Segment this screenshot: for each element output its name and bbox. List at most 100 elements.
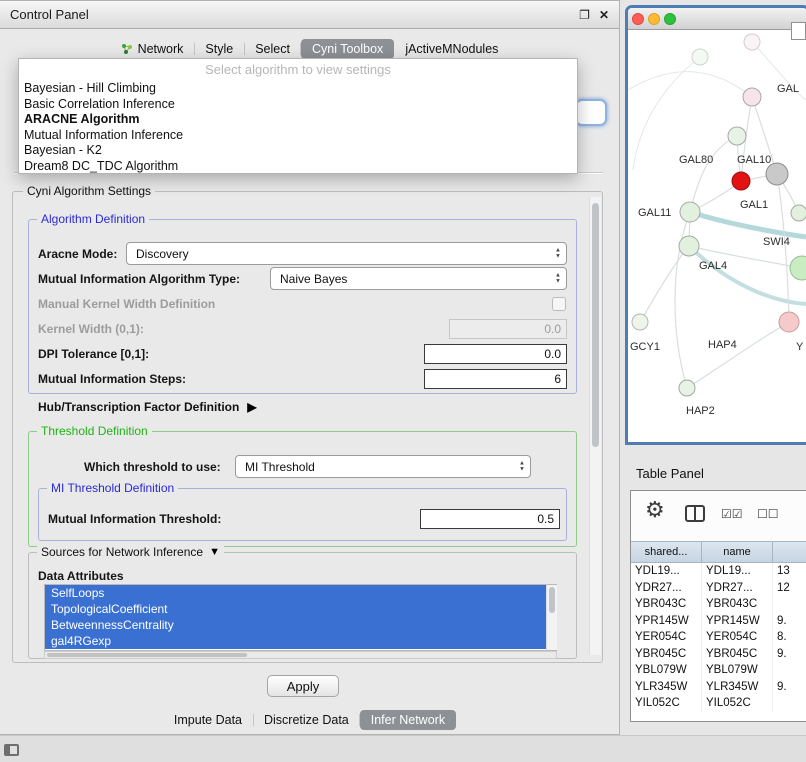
network-edge[interactable]	[690, 136, 737, 212]
dpi-tolerance-label: DPI Tolerance [0,1]:	[38, 347, 149, 361]
column-header-name[interactable]: name	[702, 541, 773, 563]
attribute-item[interactable]: gal4RGexp	[45, 633, 556, 649]
bottom-tab-bar: Impute DataDiscretize DataInfer Network	[0, 708, 619, 732]
attribute-item[interactable]: BetweennessCentrality	[45, 617, 556, 633]
mi-algorithm-type-select[interactable]: Naive Bayes	[270, 267, 567, 290]
column-header-col2[interactable]	[773, 541, 806, 563]
table-row[interactable]: YBR045CYBR045C9.	[631, 646, 806, 663]
scrollbar-thumb[interactable]	[592, 203, 599, 447]
mi-threshold-input[interactable]: 0.5	[420, 509, 560, 529]
float-panel-icon[interactable]: ❐	[579, 8, 590, 22]
mi-threshold-definition-title: MI Threshold Definition	[47, 481, 178, 495]
aracne-mode-select[interactable]: Discovery	[126, 242, 567, 265]
zoom-traffic-light-icon[interactable]	[664, 13, 676, 25]
network-node[interactable]	[679, 380, 695, 396]
tab-network[interactable]: Network	[110, 39, 195, 59]
algo-option-dream8-dc-tdc-algorithm[interactable]: Dream8 DC_TDC Algorithm	[19, 159, 577, 175]
table-cell: YBR043C	[631, 596, 702, 613]
network-node[interactable]	[790, 256, 806, 280]
algo-option-bayesian-k2[interactable]: Bayesian - K2	[19, 143, 577, 159]
network-node[interactable]	[680, 202, 700, 222]
hub-definition-label: Hub/Transcription Factor Definition	[38, 400, 239, 414]
table-header: shared...name	[631, 541, 806, 563]
sources-toggle[interactable]: Sources for Network Inference ▼	[37, 545, 224, 559]
table-cell: YIL052C	[702, 695, 773, 712]
tab-discretize-data[interactable]: Discretize Data	[253, 710, 360, 730]
network-node-label: HAP4	[708, 339, 737, 351]
table-row[interactable]: YER054CYER054C8.	[631, 629, 806, 646]
network-window-titlebar[interactable]	[628, 8, 806, 30]
network-node[interactable]	[791, 205, 806, 221]
table-row[interactable]: YDL19...YDL19...13	[631, 563, 806, 580]
network-node[interactable]	[728, 127, 746, 145]
algo-option-aracne-algorithm[interactable]: ARACNE Algorithm	[19, 112, 577, 128]
tab-label: Cyni Toolbox	[312, 42, 383, 56]
tab-infer-network[interactable]: Infer Network	[360, 710, 456, 730]
algo-option-mutual-information-inference[interactable]: Mutual Information Inference	[19, 128, 577, 144]
table-row[interactable]: YLR345WYLR345W9.	[631, 679, 806, 696]
algorithm-combobox-fragment[interactable]	[575, 99, 607, 126]
manual-kernel-width-checkbox[interactable]	[552, 297, 566, 311]
network-edge[interactable]	[687, 322, 789, 388]
network-node[interactable]	[679, 236, 699, 256]
hub-definition-toggle[interactable]: Hub/Transcription Factor Definition ▶	[38, 400, 257, 414]
kernel-width-input[interactable]: 0.0	[449, 319, 567, 339]
close-traffic-light-icon[interactable]	[632, 13, 644, 25]
table-cell: YDR27...	[702, 580, 773, 597]
table-row[interactable]: YBL079WYBL079W	[631, 662, 806, 679]
network-node[interactable]	[692, 49, 708, 65]
tab-cyni-toolbox[interactable]: Cyni Toolbox	[301, 39, 394, 59]
tab-jactivemnodules[interactable]: jActiveMNodules	[394, 39, 509, 59]
scrollbar-thumb[interactable]	[549, 587, 555, 613]
list-h-scrollbar[interactable]	[44, 651, 557, 659]
algo-option-bayesian-hill-climbing[interactable]: Bayesian - Hill Climbing	[19, 81, 577, 97]
apply-button[interactable]: Apply	[267, 675, 339, 697]
list-scrollbar[interactable]	[546, 585, 557, 650]
algo-option-basic-correlation-inference[interactable]: Basic Correlation Inference	[19, 97, 577, 113]
network-node[interactable]	[632, 314, 648, 330]
data-attributes-list: SelfLoopsTopologicalCoefficientBetweenne…	[44, 584, 557, 651]
dpi-tolerance-input[interactable]: 0.0	[424, 344, 567, 364]
tab-impute-data[interactable]: Impute Data	[163, 710, 253, 730]
table-row[interactable]: YPR145WYPR145W9.	[631, 613, 806, 630]
select-columns-icon[interactable]: ☑☑	[721, 508, 743, 520]
which-threshold-select[interactable]: MI Threshold	[235, 455, 531, 478]
column-header-shared[interactable]: shared...	[631, 541, 702, 563]
unselect-columns-icon[interactable]: ☐☐	[757, 508, 779, 520]
table-row[interactable]: YIL052CYIL052C	[631, 695, 806, 712]
network-canvas-svg[interactable]: GALGAL80GAL10GAL11GAL1SWI4GAL4GCY1HAP4HA…	[628, 30, 806, 442]
table-cell: YBR045C	[702, 646, 773, 663]
network-node[interactable]	[766, 163, 788, 185]
attribute-item[interactable]: TopologicalCoefficient	[45, 601, 556, 617]
network-canvas[interactable]: GALGAL80GAL10GAL11GAL1SWI4GAL4GCY1HAP4HA…	[628, 30, 806, 442]
floating-panel-icon[interactable]	[4, 744, 19, 756]
network-edge[interactable]	[690, 212, 806, 237]
network-node[interactable]	[732, 172, 750, 190]
tab-style[interactable]: Style	[194, 39, 244, 59]
network-edge[interactable]	[640, 246, 689, 322]
tab-label: Style	[205, 42, 233, 56]
mi-steps-input[interactable]: 6	[424, 369, 567, 389]
table-row[interactable]: YDR27...YDR27...12	[631, 580, 806, 597]
control-panel-titlebar[interactable]: Control Panel ❐ ✕	[0, 1, 619, 29]
network-node[interactable]	[744, 34, 760, 50]
algorithm-dropdown-popup: Select algorithm to view settings Bayesi…	[18, 58, 578, 174]
dpi-tolerance-value: 0.0	[544, 347, 561, 361]
close-icon[interactable]: ✕	[599, 8, 609, 22]
which-threshold-value: MI Threshold	[245, 460, 315, 474]
tab-select[interactable]: Select	[244, 39, 301, 59]
attribute-item[interactable]: SelfLoops	[45, 585, 556, 601]
network-node[interactable]	[743, 88, 761, 106]
network-node[interactable]	[779, 312, 799, 332]
minimize-traffic-light-icon[interactable]	[648, 13, 660, 25]
table-cell	[773, 596, 806, 613]
gear-icon[interactable]: ⚙	[645, 499, 665, 521]
scrollbar-thumb[interactable]	[47, 653, 247, 657]
table-row[interactable]: YBR043CYBR043C	[631, 596, 806, 613]
columns-icon[interactable]	[685, 505, 705, 522]
threshold-definition-title: Threshold Definition	[37, 424, 152, 438]
settings-scrollbar[interactable]	[589, 197, 601, 655]
network-node-label: GAL10	[737, 154, 771, 166]
network-edge[interactable]	[628, 72, 752, 97]
network-tab-icon	[121, 43, 133, 55]
